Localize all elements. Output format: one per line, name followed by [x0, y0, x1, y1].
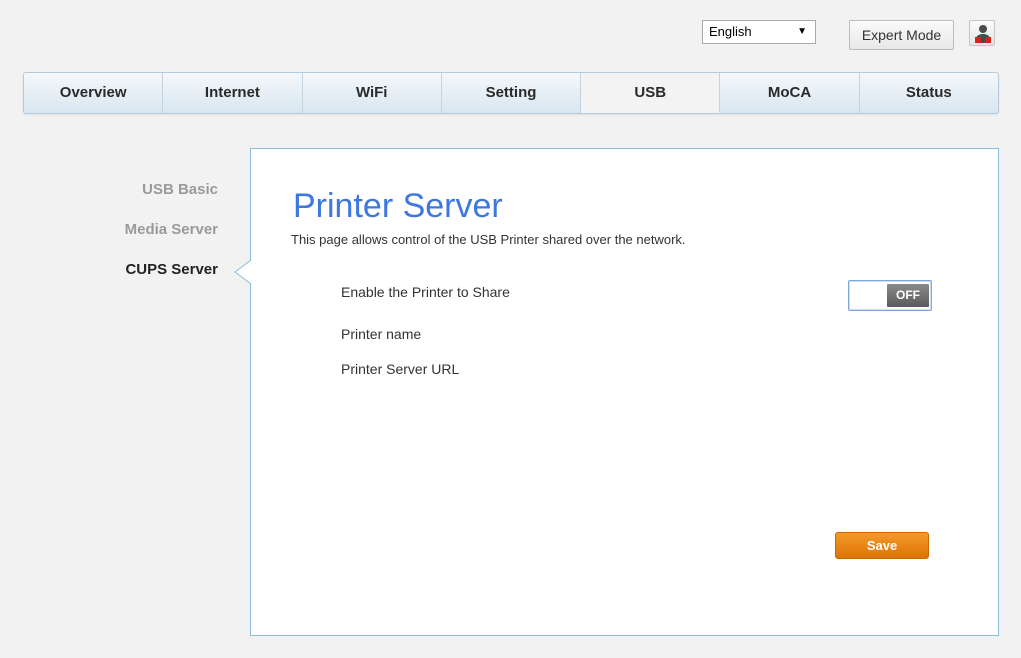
enable-share-label: Enable the Printer to Share [341, 284, 510, 300]
sidebar-item-cups-server[interactable]: CUPS Server [60, 260, 218, 300]
tab-wifi[interactable]: WiFi [303, 73, 442, 113]
tab-status[interactable]: Status [860, 73, 998, 113]
save-button[interactable]: Save [835, 532, 929, 559]
tab-internet[interactable]: Internet [163, 73, 303, 113]
toggle-state: OFF [887, 284, 929, 307]
dropdown-arrow-icon: ▼ [797, 26, 807, 37]
expert-mode-button[interactable]: Expert Mode [849, 20, 954, 50]
tab-overview[interactable]: Overview [24, 73, 164, 113]
side-nav: USB Basic Media Server CUPS Server [60, 180, 218, 300]
active-pointer-icon [234, 260, 252, 284]
printer-name-label: Printer name [341, 326, 422, 342]
tab-moca[interactable]: MoCA [720, 73, 860, 113]
sidebar-item-media-server[interactable]: Media Server [60, 220, 218, 260]
content-panel: Printer Server This page allows control … [250, 148, 999, 636]
user-account-icon[interactable] [969, 20, 995, 46]
tab-setting[interactable]: Setting [442, 73, 582, 113]
server-url-label: Printer Server URL [341, 361, 460, 377]
enable-share-toggle[interactable]: OFF [848, 280, 932, 311]
language-select[interactable]: English ▼ [702, 20, 816, 44]
language-value: English [709, 24, 752, 39]
main-nav-tabs: Overview Internet WiFi Setting USB MoCA … [23, 72, 999, 114]
tab-usb[interactable]: USB [581, 73, 721, 113]
sidebar-item-usb-basic[interactable]: USB Basic [60, 180, 218, 220]
page-description: This page allows control of the USB Prin… [291, 232, 686, 247]
page-title: Printer Server [293, 187, 503, 225]
